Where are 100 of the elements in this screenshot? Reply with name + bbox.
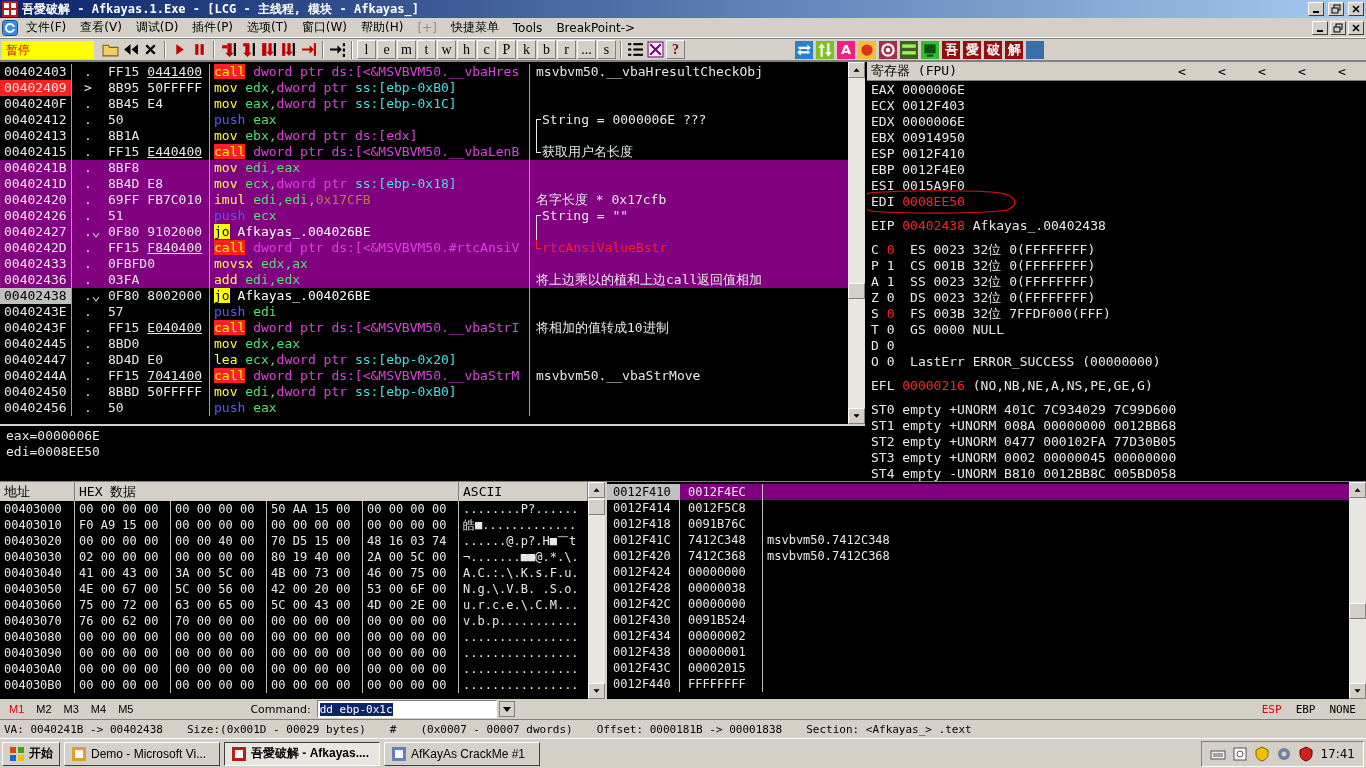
trace-over-icon[interactable] — [279, 40, 298, 59]
menu-item[interactable]: 选项(T) — [241, 19, 294, 36]
monitor-icon[interactable] — [921, 40, 939, 59]
marker-tab[interactable]: M4 — [85, 703, 112, 715]
column-header[interactable]: HEX 数据 — [75, 482, 459, 501]
disasm-row[interactable]: 00402420 . 69FF FB7C010 imul edi,edi,0x17CFB 名字长度 * 0x17cfb — [0, 192, 848, 208]
toolbar-button[interactable]: k — [517, 40, 536, 59]
stack-row[interactable]: 0012F424 00000000 — [607, 564, 1349, 580]
toolbar-button[interactable]: m — [397, 40, 416, 59]
toolbar-button[interactable]: w — [437, 40, 456, 59]
stack-row[interactable]: 0012F438 00000001 — [607, 644, 1349, 660]
stack-row[interactable]: 0012F430 0091B524 — [607, 612, 1349, 628]
disasm-row[interactable]: 0040243F . FF15 E040400 call dword ptr ds:[<&MSVBVM50.__vbaStrI 将相加的值转成10进制 — [0, 320, 848, 336]
disasm-row[interactable]: 0040242D . FF15 F840400 call dword ptr ds:[<&MSVBVM50.#rtcAnsiV rtcAnsiValueBstr — [0, 240, 848, 256]
close-button[interactable] — [1348, 20, 1364, 35]
disasm-row[interactable]: 0040241B . 8BF8 mov edi,eax — [0, 160, 848, 176]
stack-row[interactable]: 0012F414 0012F5C8 — [607, 500, 1349, 516]
command-field[interactable]: dd ebp-0x1c — [316, 700, 497, 718]
toolbar-button[interactable]: b — [537, 40, 556, 59]
scrollbar[interactable] — [588, 482, 605, 699]
toolbar-button[interactable]: c — [477, 40, 496, 59]
toolbar-button[interactable]: s — [597, 40, 616, 59]
stack-row[interactable]: 0012F434 00000002 — [607, 628, 1349, 644]
close-button[interactable] — [1348, 2, 1364, 16]
stack-row[interactable]: 0012F428 00000038 — [607, 580, 1349, 596]
toolbar-button[interactable]: ... — [577, 40, 596, 59]
disasm-row[interactable]: 00402427 . 0F80 9102000 jo Afkayas_.004026BE — [0, 224, 848, 240]
help-button[interactable]: ? — [666, 40, 685, 59]
marker-tab[interactable]: M5 — [113, 703, 139, 715]
disasm-row[interactable]: 0040241D . 8B4D E8 mov ecx,dword ptr ss:[ebp-0x18] — [0, 176, 848, 192]
square-icon[interactable] — [1026, 40, 1044, 59]
menu-item[interactable]: 快捷菜单 — [444, 19, 505, 36]
restore-button[interactable] — [1330, 20, 1346, 35]
scroll-down-icon[interactable] — [848, 408, 865, 424]
menu-item[interactable]: 帮助(H) — [355, 19, 410, 36]
disasm-row[interactable]: 00402445 . 8BD0 mov edx,eax — [0, 336, 848, 352]
shield-icon[interactable] — [1298, 745, 1315, 762]
stack-row[interactable]: 0012F440 FFFFFFFF — [607, 676, 1349, 692]
toolbar-button[interactable]: e — [377, 40, 396, 59]
disasm-row[interactable]: 00402436 . 03FA add edi,edx 将上边乘以的植和上边call返回值相加 — [0, 272, 848, 288]
toolbar-button[interactable]: P — [497, 40, 516, 59]
stack-row[interactable]: 0012F43C 00002015 — [607, 660, 1349, 676]
go-to-arrow-icon[interactable] — [328, 40, 347, 59]
taskbar-button[interactable]: AfKayAs CrackMe #1 — [384, 741, 540, 766]
minimize-button[interactable] — [1308, 2, 1324, 16]
column-header[interactable]: 地址 — [0, 482, 75, 501]
scroll-thumb[interactable] — [588, 499, 605, 515]
menu-item[interactable]: 窗口(W) — [295, 19, 353, 36]
stack-row[interactable]: 0012F420 7412C368 msvbvm50.7412C368 — [607, 548, 1349, 564]
scroll-up-icon[interactable] — [1349, 482, 1366, 498]
stack-row[interactable]: 0012F410 0012F4EC — [607, 484, 1349, 500]
toolbar-button[interactable]: r — [557, 40, 576, 59]
trace-into-icon[interactable] — [259, 40, 278, 59]
disasm-row[interactable]: 00402412 . 50 push eax String = 0000006E ??? — [0, 112, 848, 128]
app-menu-icon[interactable] — [2, 19, 18, 36]
disasm-row[interactable]: 00402426 . 51 push ecx String = "" — [0, 208, 848, 224]
stack-row[interactable]: 0012F41C 7412C348 msvbvm50.7412C348 — [607, 532, 1349, 548]
stack-mode-button[interactable]: EBP — [1289, 702, 1322, 716]
toolbar-button[interactable]: h — [457, 40, 476, 59]
taskbar-button[interactable]: Demo - Microsoft Vi... — [64, 741, 220, 766]
menu-item[interactable]: 查看(V) — [74, 19, 128, 36]
taskbar-button[interactable]: 吾愛破解 - Afkayas.... — [224, 741, 380, 766]
marker-tab[interactable]: M2 — [31, 703, 57, 715]
plugin-button[interactable]: 吾 — [942, 40, 960, 59]
scroll-up-icon[interactable] — [588, 482, 605, 498]
stack-row[interactable]: 0012F418 0091B76C — [607, 516, 1349, 532]
disasm-row[interactable]: 0040244A . FF15 7041400 call dword ptr ds:[<&MSVBVM50.__vbaStrM msvbvm50.__vbaStrMove — [0, 368, 848, 384]
disasm-row[interactable]: 0040240F . 8B45 E4 mov eax,dword ptr ss:[ebp-0x1C] — [0, 96, 848, 112]
plugin-button[interactable]: A — [837, 40, 855, 59]
restore-button[interactable] — [1328, 2, 1344, 16]
menu-item[interactable]: BreakPoint-> — [550, 20, 642, 35]
menu-item[interactable]: 调试(D) — [129, 19, 185, 36]
menu-item[interactable]: Tools — [506, 20, 549, 35]
stack-mode-button[interactable]: NONE — [1323, 702, 1362, 716]
disasm-row[interactable]: 00402438 . 0F80 8002000 jo Afkayas_.004026BE — [0, 288, 848, 304]
disasm-row[interactable]: 00402403 . FF15 0441400 call dword ptr ds:[<&MSVBVM50.__vbaHres msvbvm50.__vbaHresultCheckObj — [0, 64, 848, 80]
disasm-row[interactable]: 00402433 . 0FBFD0 movsx edx,ax — [0, 256, 848, 272]
nav-button[interactable]: < — [1242, 63, 1282, 79]
swap-arrows-icon[interactable] — [795, 40, 813, 59]
nav-button[interactable]: < — [1202, 63, 1242, 79]
stack-row[interactable]: 0012F42C 00000000 — [607, 596, 1349, 612]
scroll-down-icon[interactable] — [588, 683, 605, 699]
marker-tab[interactable]: M3 — [58, 703, 84, 715]
nav-button[interactable]: < — [1322, 63, 1362, 79]
disasm-row[interactable]: 00402409 > 8B95 50FFFFF mov edx,dword ptr ss:[ebp-0xB0] — [0, 80, 848, 96]
menu-item[interactable]: 插件(P) — [186, 19, 240, 36]
nav-button[interactable]: < — [1282, 63, 1322, 79]
scroll-thumb[interactable] — [1349, 603, 1366, 619]
scrollbar[interactable] — [1349, 482, 1366, 699]
plugin-button[interactable]: 愛 — [963, 40, 981, 59]
scrollbar[interactable] — [848, 62, 865, 424]
toolbar-button[interactable]: l — [357, 40, 376, 59]
step-into-icon[interactable] — [219, 40, 238, 59]
disasm-row[interactable]: 00402450 . 8BBD 50FFFFF mov edi,dword ptr ss:[ebp-0xB0] — [0, 384, 848, 400]
plugin-button[interactable]: 解 — [1005, 40, 1023, 59]
scroll-down-icon[interactable] — [1349, 683, 1366, 699]
plugin-button[interactable]: 破 — [984, 40, 1002, 59]
scroll-thumb[interactable] — [848, 283, 865, 299]
scroll-up-icon[interactable] — [848, 62, 865, 78]
start-button[interactable]: 开始 — [2, 741, 60, 766]
